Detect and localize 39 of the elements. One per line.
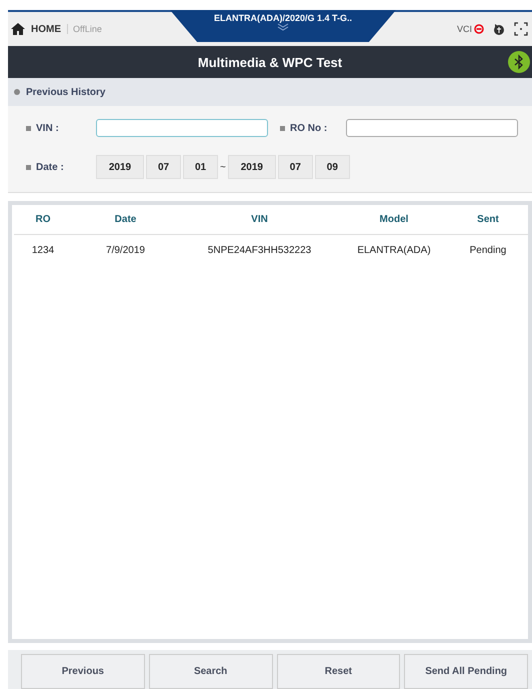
date-label: Date : (26, 155, 96, 179)
disconnected-icon (474, 24, 484, 34)
table-cell-text: 7/9/2019 (105, 244, 146, 258)
action-button[interactable]: Send All Pending (404, 654, 528, 689)
ro-field[interactable] (346, 119, 518, 137)
ro-label: RO No : (280, 122, 342, 134)
table-cell-text: 1234 (30, 244, 56, 258)
column-header: VIN (179, 205, 340, 235)
table-cell-text: 5NPE24AF3HH532223 (206, 244, 312, 258)
vehicle-tab[interactable]: ELANTRA(ADA)/2020/G 1.4 T-G.. (170, 10, 396, 42)
date-field[interactable]: 01 (183, 155, 218, 179)
bluetooth-icon[interactable] (508, 51, 530, 73)
date-field[interactable]: 07 (146, 155, 181, 179)
range-separator: ~ (220, 162, 226, 172)
action-button[interactable]: Previous (21, 654, 145, 689)
date-field[interactable]: 07 (278, 155, 313, 179)
vin-label: VIN : (26, 119, 96, 137)
chevron-icon (277, 23, 289, 31)
action-button[interactable]: Reset (276, 654, 400, 689)
date-field[interactable]: 2019 (228, 155, 276, 179)
page-title: Multimedia & WPC Test (198, 54, 342, 70)
home-icon[interactable] (11, 22, 25, 36)
column-header: Model (340, 205, 448, 235)
column-header: Sent (448, 205, 528, 235)
vci-label: VCI (456, 24, 472, 34)
bullet-icon (14, 89, 20, 95)
column-header: RO (14, 205, 72, 235)
connection-status: OffLine (67, 24, 102, 34)
vin-field[interactable] (96, 119, 268, 137)
home-label[interactable]: HOME (31, 24, 61, 34)
table-cell-text: ELANTRA(ADA) (356, 244, 432, 258)
table-cell-text: Pending (468, 244, 508, 258)
date-field[interactable]: 09 (314, 155, 350, 179)
action-button[interactable]: Search (148, 654, 272, 689)
section-title: Previous History (26, 86, 106, 98)
column-header: Date (72, 205, 179, 235)
fullscreen-icon[interactable] (514, 22, 528, 36)
vehicle-name: ELANTRA(ADA)/2020/G 1.4 T-G.. (214, 13, 352, 23)
date-field[interactable]: 2019 (96, 155, 144, 179)
